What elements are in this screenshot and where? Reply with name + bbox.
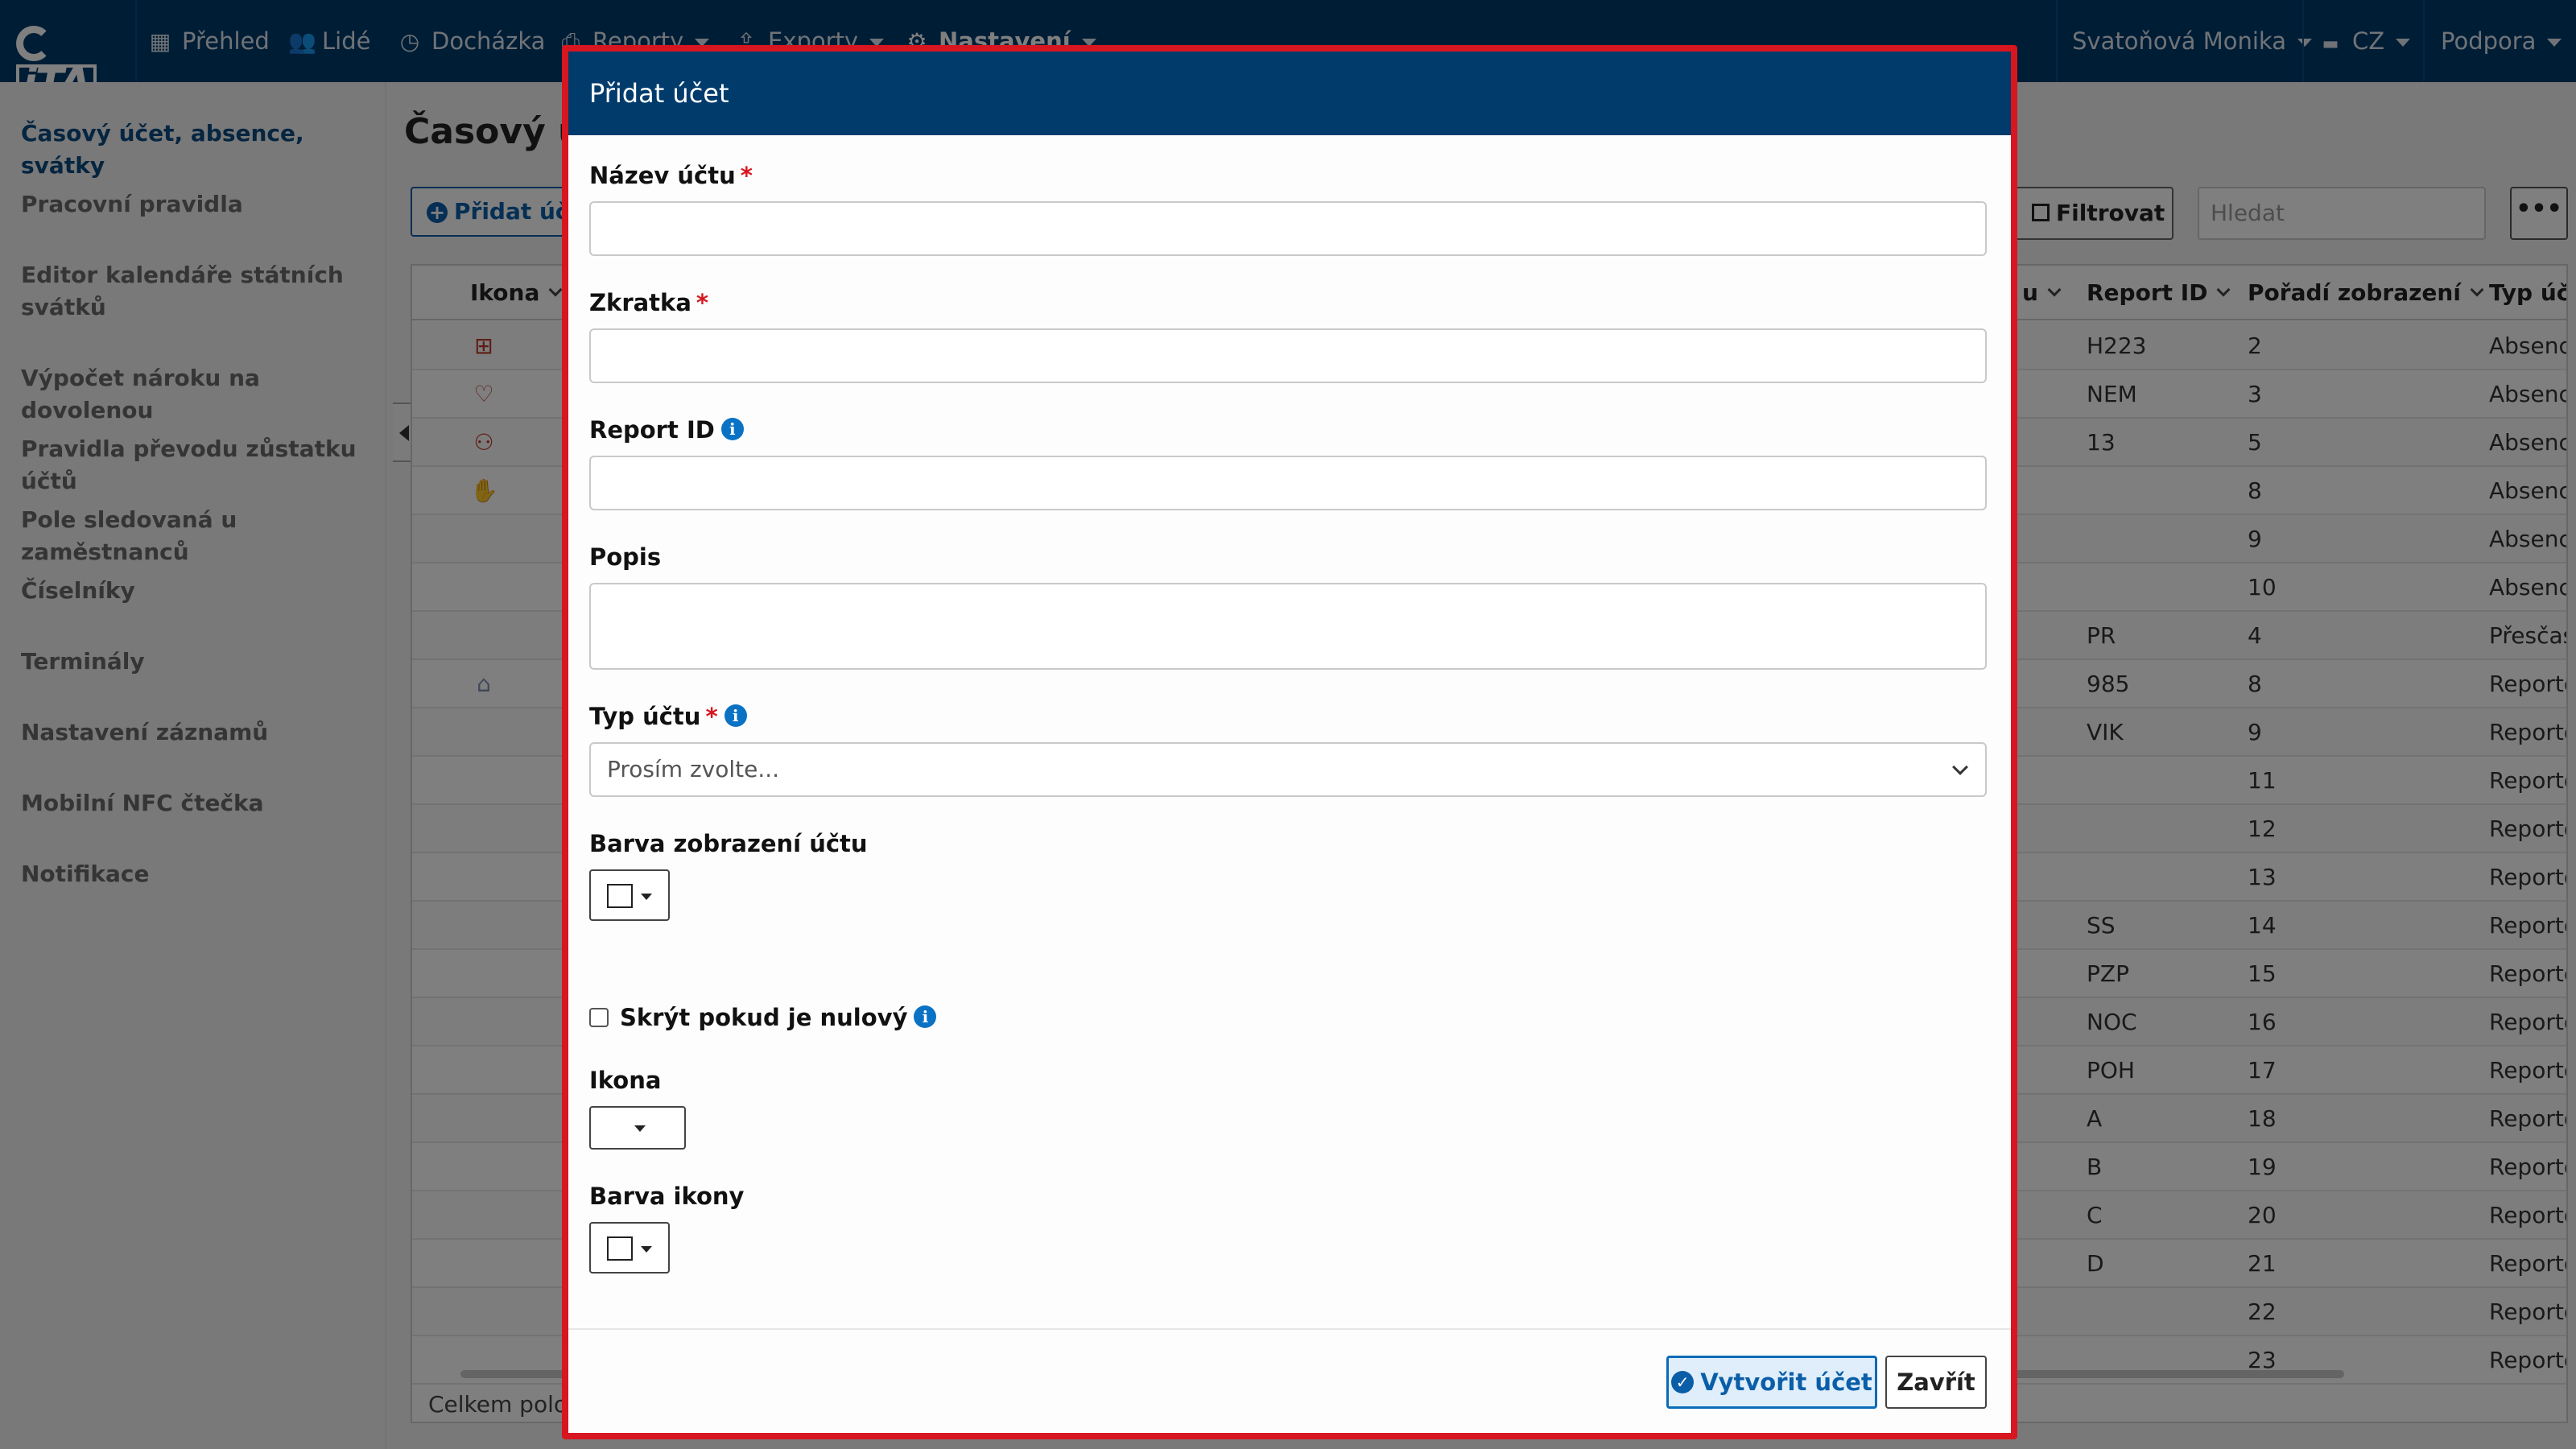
caret-down-icon — [634, 1125, 646, 1132]
report-id-label-text: Report ID — [589, 416, 715, 444]
info-icon[interactable]: i — [720, 418, 744, 440]
info-icon[interactable]: i — [914, 1005, 937, 1028]
display-color-picker[interactable] — [589, 869, 670, 921]
hide-if-zero-label: Skrýt pokud je nulový — [620, 1004, 908, 1031]
create-account-button[interactable]: ✓ Vytvořit účet — [1666, 1356, 1877, 1409]
dialog-title: Přidat účet — [568, 52, 2011, 135]
account-type-label: Typ účtu * i — [589, 700, 747, 733]
account-type-select[interactable]: Prosím zvolte... — [589, 742, 1987, 797]
icon-picker[interactable] — [589, 1106, 686, 1150]
abbreviation-label: Zkratka * — [589, 287, 708, 319]
display-color-label: Barva zobrazení účtu — [589, 830, 868, 857]
report-id-input[interactable] — [589, 456, 1987, 510]
check-circle-icon: ✓ — [1671, 1371, 1695, 1393]
description-label: Popis — [589, 543, 662, 571]
account-type-selected-value: Prosím zvolte... — [607, 756, 780, 782]
caret-down-icon — [641, 894, 652, 900]
required-marker: * — [705, 703, 718, 730]
color-swatch — [607, 884, 633, 908]
chevron-down-icon — [1952, 759, 1968, 775]
caret-down-icon — [641, 1246, 652, 1253]
icon-color-label: Barva ikony — [589, 1183, 745, 1210]
dialog-footer-divider — [568, 1328, 2011, 1330]
add-account-dialog: Přidat účet Název účtu * Zkratka * Report … — [568, 52, 2011, 1433]
account-name-input[interactable] — [589, 201, 1987, 256]
report-id-label: Report ID i — [589, 414, 744, 446]
account-type-label-text: Typ účtu — [589, 703, 701, 730]
abbreviation-input[interactable] — [589, 328, 1987, 383]
required-marker: * — [696, 289, 709, 316]
icon-label: Ikona — [589, 1067, 662, 1094]
abbreviation-label-text: Zkratka — [589, 289, 691, 316]
description-textarea[interactable] — [589, 583, 1987, 670]
hide-if-zero-checkbox[interactable] — [589, 1008, 609, 1027]
account-name-label-text: Název účtu — [589, 162, 736, 189]
create-account-label: Vytvořit účet — [1700, 1368, 1872, 1396]
icon-color-picker[interactable] — [589, 1222, 670, 1274]
close-button[interactable]: Zavřít — [1885, 1356, 1987, 1409]
color-swatch — [607, 1236, 633, 1261]
hide-if-zero-option[interactable]: Skrýt pokud je nulový i — [589, 1001, 937, 1034]
info-icon[interactable]: i — [724, 704, 747, 727]
required-marker: * — [740, 162, 753, 189]
account-name-label: Název účtu * — [589, 159, 753, 192]
